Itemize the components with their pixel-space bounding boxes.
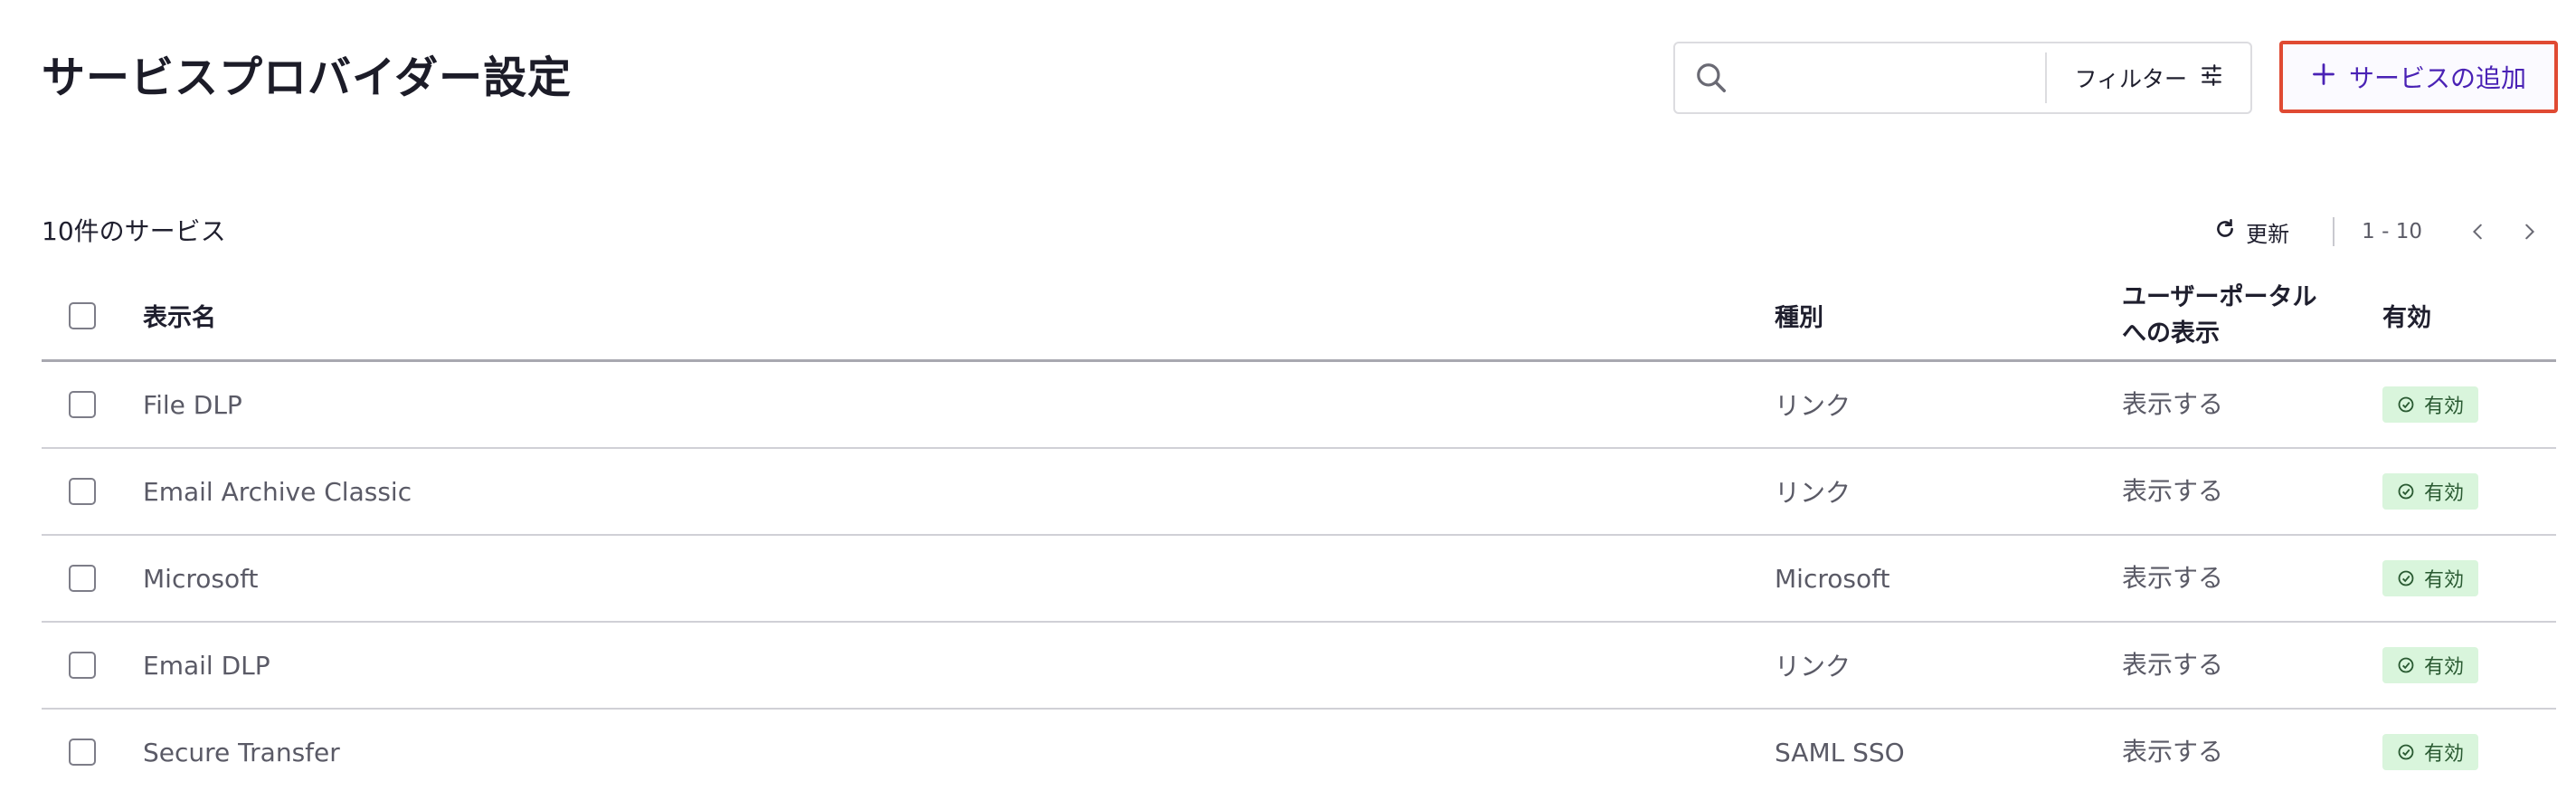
- filter-button[interactable]: フィルター: [2047, 43, 2250, 112]
- service-type: リンク: [1775, 478, 1852, 508]
- service-type: リンク: [1775, 391, 1852, 421]
- portal-visibility: 表示する: [2122, 389, 2224, 419]
- service-name[interactable]: Email DLP: [143, 623, 270, 708]
- service-type: Microsoft: [1775, 563, 1890, 594]
- refresh-icon: [2213, 217, 2237, 246]
- select-all-checkbox[interactable]: [69, 301, 96, 329]
- row-checkbox[interactable]: [69, 565, 96, 592]
- row-checkbox[interactable]: [69, 478, 96, 505]
- header-enabled[interactable]: 有効: [2382, 272, 2431, 359]
- status-badge: 有効: [2382, 386, 2479, 423]
- row-checkbox[interactable]: [69, 739, 96, 766]
- table-row[interactable]: Secure Transfer SAML SSO 表示する 有効: [42, 710, 2556, 791]
- header-portal[interactable]: ユーザーポータル への表示: [2122, 272, 2316, 359]
- service-name[interactable]: Microsoft: [143, 536, 258, 621]
- status-badge: 有効: [2382, 560, 2479, 596]
- service-name[interactable]: File DLP: [143, 362, 242, 447]
- chevron-right-icon: [2525, 224, 2535, 240]
- portal-visibility: 表示する: [2122, 737, 2224, 767]
- add-service-label: サービスの追加: [2348, 63, 2526, 93]
- search-filter-group: フィルター: [1673, 42, 2252, 114]
- status-badge-label: 有効: [2424, 656, 2465, 679]
- refresh-label: 更新: [2246, 221, 2290, 247]
- status-badge: 有効: [2382, 734, 2479, 770]
- status-badge-label: 有効: [2424, 396, 2465, 418]
- table-row[interactable]: File DLP リンク 表示する 有効: [42, 362, 2556, 449]
- prev-page-button[interactable]: [2458, 212, 2498, 252]
- check-circle-icon: [2398, 744, 2414, 760]
- table-row[interactable]: Email DLP リンク 表示する 有効: [42, 623, 2556, 710]
- sliders-icon: [2200, 63, 2223, 92]
- portal-visibility: 表示する: [2122, 476, 2224, 506]
- table-header-row: 表示名 種別 ユーザーポータル への表示 有効: [42, 272, 2556, 362]
- service-name[interactable]: Email Archive Classic: [143, 449, 412, 534]
- header-name[interactable]: 表示名: [143, 272, 216, 359]
- filter-label: フィルター: [2074, 66, 2187, 92]
- table-toolbar: 更新 1 - 10: [2206, 212, 2549, 252]
- refresh-button[interactable]: 更新: [2206, 216, 2297, 248]
- check-circle-icon: [2398, 570, 2414, 586]
- status-badge-label: 有効: [2424, 569, 2465, 592]
- table-row[interactable]: Microsoft Microsoft 表示する 有効: [42, 536, 2556, 623]
- service-type: SAML SSO: [1775, 737, 1905, 767]
- service-type: リンク: [1775, 652, 1852, 681]
- portal-visibility: 表示する: [2122, 650, 2224, 680]
- chevron-left-icon: [2472, 224, 2482, 240]
- services-table: 表示名 種別 ユーザーポータル への表示 有効 File DLP リンク 表示す…: [42, 272, 2556, 791]
- check-circle-icon: [2398, 657, 2414, 673]
- portal-visibility: 表示する: [2122, 563, 2224, 593]
- search-icon: [1675, 43, 1747, 112]
- header-type[interactable]: 種別: [1775, 272, 1823, 359]
- pagination-range: 1 - 10: [2362, 220, 2422, 243]
- check-circle-icon: [2398, 483, 2414, 500]
- table-row[interactable]: Email Archive Classic リンク 表示する 有効: [42, 449, 2556, 536]
- status-badge-label: 有効: [2424, 482, 2465, 505]
- toolbar-divider: [2333, 217, 2335, 246]
- page-title: サービスプロバイダー設定: [42, 52, 573, 103]
- status-badge: 有効: [2382, 473, 2479, 510]
- row-checkbox[interactable]: [69, 391, 96, 418]
- next-page-button[interactable]: [2509, 212, 2549, 252]
- service-count: 10件のサービス: [42, 216, 226, 246]
- search-input[interactable]: [1747, 51, 2046, 105]
- row-checkbox[interactable]: [69, 652, 96, 679]
- service-name[interactable]: Secure Transfer: [143, 710, 340, 791]
- status-badge-label: 有効: [2424, 743, 2465, 766]
- add-service-button[interactable]: サービスの追加: [2279, 41, 2558, 113]
- status-badge: 有効: [2382, 647, 2479, 683]
- plus-icon: [2311, 62, 2336, 93]
- check-circle-icon: [2398, 396, 2414, 413]
